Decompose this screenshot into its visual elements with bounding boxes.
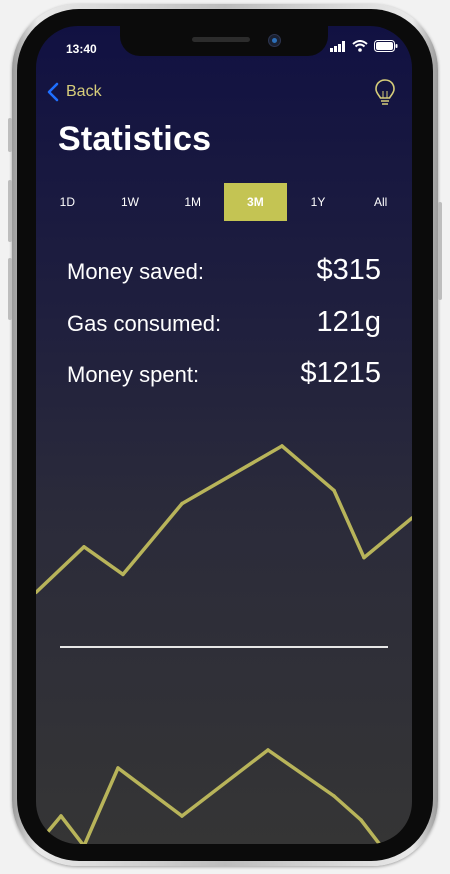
- line-segment: [332, 794, 363, 822]
- line-segment: [359, 818, 382, 844]
- volume-up-button: [8, 180, 12, 242]
- line-segment: [116, 766, 184, 818]
- line-segment: [180, 748, 270, 818]
- power-button: [438, 202, 442, 300]
- line-segment: [82, 766, 120, 844]
- line-segment: [266, 748, 336, 798]
- volume-down-button: [8, 258, 12, 320]
- trend-line-chart-secondary: [36, 748, 382, 844]
- app-screen: 13:40 Back Statistics 1D 1W 1M 3M 1Y All…: [36, 26, 412, 844]
- line-segment: [59, 814, 85, 844]
- silent-switch: [8, 118, 12, 152]
- line-segment: [36, 814, 63, 844]
